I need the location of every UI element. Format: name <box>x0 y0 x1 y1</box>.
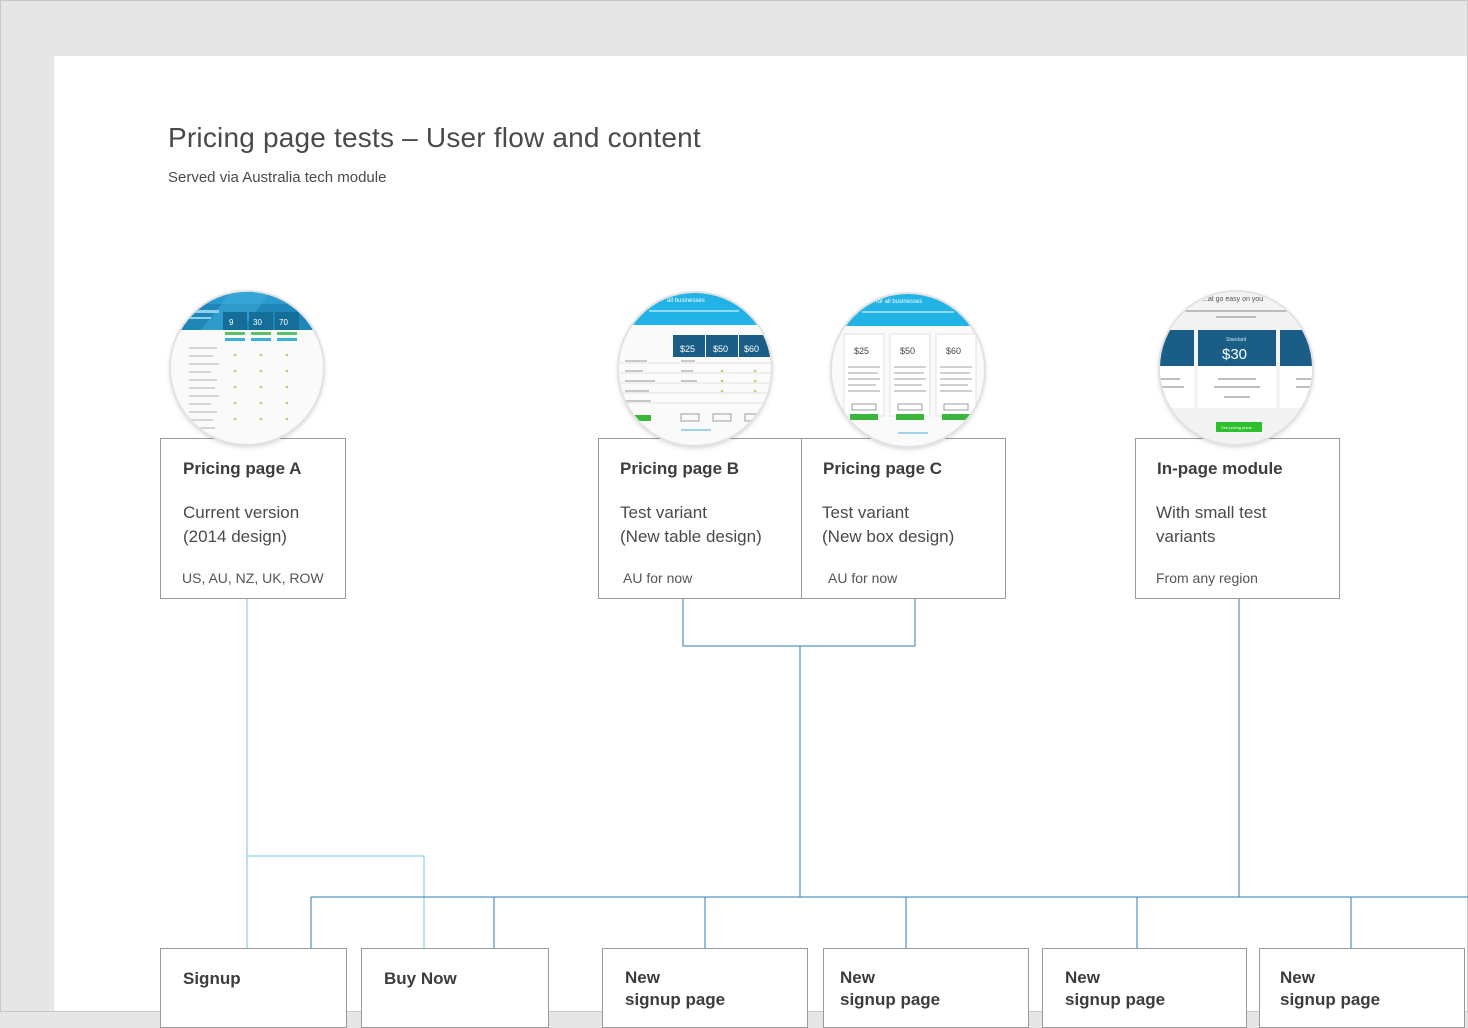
pricing-table-screenshot-icon: 9 30 70 <box>171 292 323 429</box>
thumb-b-price-3: $60 <box>744 344 759 354</box>
target-label: New signup page <box>840 968 941 1009</box>
box-region: AU for now <box>623 570 693 586</box>
pricing-page-c-thumbnail: for all businesses $25 $50 $60 <box>832 294 984 446</box>
box-description: With small test variants <box>1156 501 1267 549</box>
thumb-d-plan: Standard <box>1226 337 1247 343</box>
thumb-c-price-2: $50 <box>900 346 915 356</box>
box-title: Pricing page B <box>620 459 740 478</box>
box-region: From any region <box>1156 570 1258 586</box>
target-label: New signup page <box>1065 968 1166 1009</box>
connector-a-buynow <box>247 855 425 950</box>
thumb-c-price-3: $60 <box>946 346 961 356</box>
pricing-page-b-thumbnail: all businesses $25 $50 $60 <box>619 293 771 445</box>
target-label: Buy Now <box>384 969 457 988</box>
thumb-b-price-1: $25 <box>680 344 695 354</box>
new-signup-page-box-3[interactable]: New signup page <box>1042 948 1247 1028</box>
pricing-page-b-box[interactable]: Pricing page B Test variant (New table d… <box>598 438 803 599</box>
box-region: AU for now <box>828 570 898 586</box>
target-label: New signup page <box>1280 968 1381 1009</box>
thumb-a-price-2: 30 <box>253 318 262 327</box>
pricing-table-screenshot-icon: all businesses $25 $50 $60 <box>619 293 771 431</box>
new-signup-page-box-4[interactable]: New signup page <box>1259 948 1465 1028</box>
desc-line-1: Current version <box>183 503 300 522</box>
thumb-a-price-1: 9 <box>229 318 234 327</box>
desc-line-2: variants <box>1156 527 1216 546</box>
pricing-page-a-box[interactable]: Pricing page A Current version (2014 des… <box>160 438 346 599</box>
desc-line-2: (New box design) <box>822 527 955 546</box>
pricing-page-a-thumbnail: 9 30 70 <box>171 292 323 444</box>
thumb-c-header: for all businesses <box>876 299 922 305</box>
box-description: Current version (2014 design) <box>183 501 299 549</box>
desc-line-1: With small test <box>1156 503 1267 522</box>
pricing-module-screenshot-icon: ...at go easy on you Standard $30 See pr… <box>1160 292 1312 444</box>
box-region: US, AU, NZ, UK, ROW <box>182 570 324 586</box>
thumb-d-cta: See pricing plans <box>1221 425 1252 430</box>
thumb-d-header: ...at go easy on you <box>1202 296 1263 303</box>
desc-line-1: Test variant <box>822 503 909 522</box>
box-title: Pricing page C <box>823 459 943 478</box>
pricing-page-c-box[interactable]: Pricing page C Test variant (New box des… <box>801 438 1006 599</box>
box-title: Pricing page A <box>183 459 302 478</box>
target-label: New signup page <box>625 968 726 1009</box>
thumb-c-price-1: $25 <box>854 346 869 356</box>
connector-bc-join <box>682 598 916 647</box>
new-signup-page-box-2[interactable]: New signup page <box>823 948 1029 1028</box>
pricing-boxes-screenshot-icon: for all businesses $25 $50 $60 <box>832 294 984 434</box>
desc-line-2: (New table design) <box>620 527 762 546</box>
buy-now-box[interactable]: Buy Now <box>361 948 549 1028</box>
new-signup-page-box-1[interactable]: New signup page <box>602 948 808 1028</box>
desc-line-1: Test variant <box>620 503 707 522</box>
box-title: In-page module <box>1157 459 1283 478</box>
thumb-b-header: all businesses <box>667 298 705 304</box>
signup-box[interactable]: Signup <box>160 948 347 1028</box>
box-description: Test variant (New box design) <box>822 501 954 549</box>
thumb-d-price: $30 <box>1222 346 1247 363</box>
box-description: Test variant (New table design) <box>620 501 762 549</box>
desc-line-2: (2014 design) <box>183 527 287 546</box>
in-page-module-thumbnail: ...at go easy on you Standard $30 See pr… <box>1160 292 1312 444</box>
in-page-module-box[interactable]: In-page module With small test variants … <box>1135 438 1340 599</box>
target-label: Signup <box>183 969 241 988</box>
thumb-b-price-2: $50 <box>713 344 728 354</box>
thumb-a-price-3: 70 <box>279 318 288 327</box>
